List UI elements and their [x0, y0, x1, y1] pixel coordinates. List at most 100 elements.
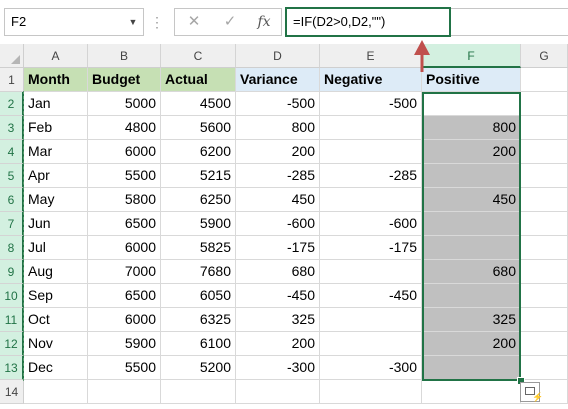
cell-negative[interactable]: -300 — [320, 356, 422, 380]
row-header-14[interactable]: 14 — [0, 380, 24, 404]
cell-month[interactable]: Jan — [24, 92, 88, 116]
cell-empty[interactable] — [88, 380, 161, 404]
cell-negative[interactable] — [320, 116, 422, 140]
column-header-a[interactable]: A — [24, 44, 88, 68]
cell-variance[interactable]: -300 — [236, 356, 320, 380]
cell-month[interactable]: Apr — [24, 164, 88, 188]
cell-g[interactable] — [521, 92, 568, 116]
cell-positive[interactable] — [422, 284, 521, 308]
cell-month[interactable]: Nov — [24, 332, 88, 356]
cell-actual[interactable]: 6050 — [161, 284, 236, 308]
cell-negative[interactable]: -175 — [320, 236, 422, 260]
cell-actual[interactable]: 7680 — [161, 260, 236, 284]
cell-budget[interactable]: 5900 — [88, 332, 161, 356]
cell-g[interactable] — [521, 140, 568, 164]
cell-g[interactable] — [521, 212, 568, 236]
header-cell-negative[interactable]: Negative — [320, 68, 422, 92]
header-cell-month[interactable]: Month — [24, 68, 88, 92]
cell-month[interactable]: Mar — [24, 140, 88, 164]
header-cell-budget[interactable]: Budget — [88, 68, 161, 92]
cell-g[interactable] — [521, 284, 568, 308]
cell-budget[interactable]: 5500 — [88, 356, 161, 380]
row-header-2[interactable]: 2 — [0, 92, 24, 116]
header-cell-variance[interactable]: Variance — [236, 68, 320, 92]
cell-actual[interactable]: 5215 — [161, 164, 236, 188]
cell-empty[interactable] — [320, 380, 422, 404]
cell-budget[interactable]: 6000 — [88, 140, 161, 164]
row-header-6[interactable]: 6 — [0, 188, 24, 212]
formula-input[interactable]: =IF(D2>0,D2,"") — [285, 7, 451, 37]
cell-variance[interactable]: 800 — [236, 116, 320, 140]
cell-actual[interactable]: 5600 — [161, 116, 236, 140]
column-header-f[interactable]: F — [422, 44, 521, 68]
cell-month[interactable]: Jul — [24, 236, 88, 260]
cell-actual[interactable]: 5900 — [161, 212, 236, 236]
cell-positive[interactable]: 450 — [422, 188, 521, 212]
cell-positive[interactable] — [422, 92, 521, 116]
name-box[interactable]: F2 — [4, 8, 144, 36]
cell-budget[interactable]: 6500 — [88, 212, 161, 236]
cell-variance[interactable]: 325 — [236, 308, 320, 332]
header-cell-actual[interactable]: Actual — [161, 68, 236, 92]
cell-g[interactable] — [521, 116, 568, 140]
cell-actual[interactable]: 6250 — [161, 188, 236, 212]
row-header-9[interactable]: 9 — [0, 260, 24, 284]
cell-variance[interactable]: 680 — [236, 260, 320, 284]
cell-month[interactable]: Jun — [24, 212, 88, 236]
cell-g[interactable] — [521, 164, 568, 188]
row-header-13[interactable]: 13 — [0, 356, 24, 380]
cell-empty[interactable] — [422, 380, 521, 404]
cell-g[interactable] — [521, 260, 568, 284]
cell-variance[interactable]: 200 — [236, 332, 320, 356]
cell-actual[interactable]: 6200 — [161, 140, 236, 164]
cell-variance[interactable]: 450 — [236, 188, 320, 212]
row-header-7[interactable]: 7 — [0, 212, 24, 236]
cell-variance[interactable]: -600 — [236, 212, 320, 236]
cell-budget[interactable]: 5500 — [88, 164, 161, 188]
cell-negative[interactable] — [320, 188, 422, 212]
cell-actual[interactable]: 6100 — [161, 332, 236, 356]
cell-g1[interactable] — [521, 68, 568, 92]
cell-g[interactable] — [521, 188, 568, 212]
cell-month[interactable]: Oct — [24, 308, 88, 332]
cell-budget[interactable]: 6500 — [88, 284, 161, 308]
cell-negative[interactable] — [320, 260, 422, 284]
select-all-button[interactable] — [0, 44, 24, 68]
fx-icon[interactable]: fx — [249, 9, 279, 35]
row-header-3[interactable]: 3 — [0, 116, 24, 140]
cell-variance[interactable]: -285 — [236, 164, 320, 188]
cell-month[interactable]: Sep — [24, 284, 88, 308]
cell-budget[interactable]: 7000 — [88, 260, 161, 284]
cell-empty[interactable] — [24, 380, 88, 404]
cell-month[interactable]: May — [24, 188, 88, 212]
cell-actual[interactable]: 5200 — [161, 356, 236, 380]
cell-budget[interactable]: 5000 — [88, 92, 161, 116]
close-icon[interactable]: ✕ — [179, 9, 209, 35]
cell-actual[interactable]: 4500 — [161, 92, 236, 116]
cell-budget[interactable]: 6000 — [88, 308, 161, 332]
cell-negative[interactable]: -500 — [320, 92, 422, 116]
cell-positive[interactable]: 680 — [422, 260, 521, 284]
row-header-10[interactable]: 10 — [0, 284, 24, 308]
row-header-11[interactable]: 11 — [0, 308, 24, 332]
cell-variance[interactable]: 200 — [236, 140, 320, 164]
cell-positive[interactable]: 325 — [422, 308, 521, 332]
header-cell-positive[interactable]: Positive — [422, 68, 521, 92]
cell-variance[interactable]: -175 — [236, 236, 320, 260]
column-header-c[interactable]: C — [161, 44, 236, 68]
cell-g[interactable] — [521, 236, 568, 260]
cell-budget[interactable]: 6000 — [88, 236, 161, 260]
cell-budget[interactable]: 4800 — [88, 116, 161, 140]
cell-positive[interactable]: 800 — [422, 116, 521, 140]
cell-negative[interactable]: -600 — [320, 212, 422, 236]
cell-negative[interactable] — [320, 332, 422, 356]
cell-positive[interactable] — [422, 356, 521, 380]
vertical-dots-icon[interactable]: ⋮ — [150, 10, 164, 34]
column-header-g[interactable]: G — [521, 44, 568, 68]
row-header-1[interactable]: 1 — [0, 68, 24, 92]
cell-negative[interactable]: -285 — [320, 164, 422, 188]
row-header-5[interactable]: 5 — [0, 164, 24, 188]
row-header-12[interactable]: 12 — [0, 332, 24, 356]
cell-month[interactable]: Feb — [24, 116, 88, 140]
cell-month[interactable]: Dec — [24, 356, 88, 380]
